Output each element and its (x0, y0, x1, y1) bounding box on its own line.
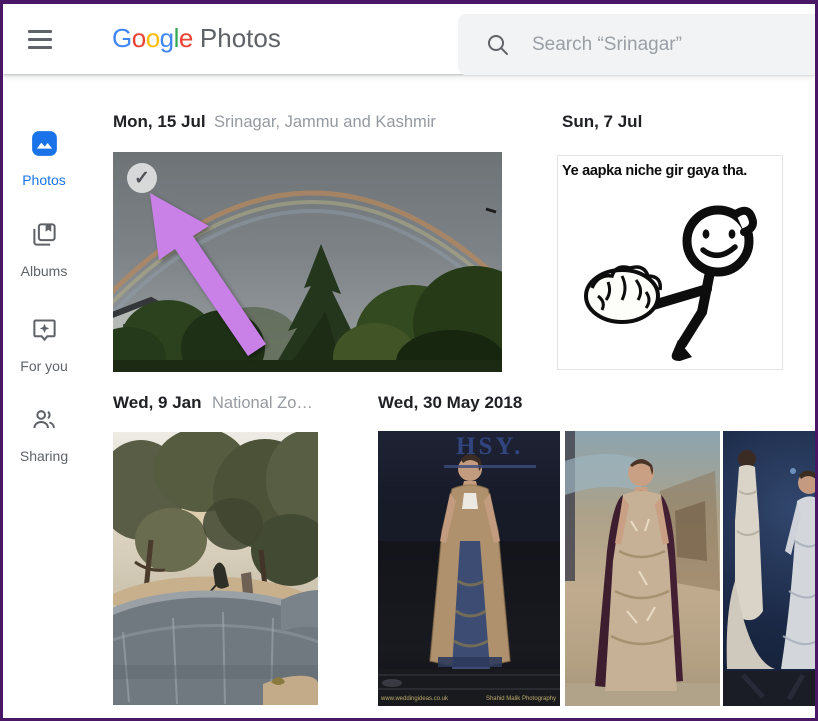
top-app-bar: GooglePhotos Search “Srinagar” (3, 4, 815, 74)
photos-icon (31, 130, 58, 162)
date-header-30-may-2018: Wed, 30 May 2018 (378, 393, 522, 413)
zoo-photo-art (113, 432, 318, 705)
search-placeholder: Search “Srinagar” (532, 34, 682, 56)
fashion3-art (723, 431, 818, 706)
logo-letter: o (132, 23, 146, 53)
google-photos-window: GooglePhotos Search “Srinagar” Photos (0, 0, 818, 721)
meme-caption-text: Ye aapka niche gir gaya tha. (562, 163, 782, 179)
location-header-national-zoo[interactable]: National Zo… (212, 394, 313, 413)
hamburger-menu-icon[interactable] (28, 30, 52, 49)
search-icon (486, 33, 510, 57)
rainbow-photo-art (113, 152, 502, 372)
sidebar-item-albums[interactable]: Albums (3, 221, 85, 279)
sidebar-item-sharing[interactable]: Sharing (3, 406, 85, 464)
photo-fashion-white-gowns[interactable] (723, 431, 818, 706)
location-header-srinagar[interactable]: Srinagar, Jammu and Kashmir (214, 113, 436, 132)
albums-icon (31, 221, 58, 253)
photo-fashion-maroon-gown[interactable] (565, 431, 720, 706)
date-header-9-jan: Wed, 9 Jan (113, 393, 202, 413)
for-you-icon (31, 316, 58, 348)
search-input[interactable]: Search “Srinagar” (458, 14, 815, 75)
sidebar-label-sharing: Sharing (3, 448, 85, 464)
select-photo-checkmark-button[interactable]: ✓ (127, 163, 157, 193)
hsy-brand-text: HSY. (456, 433, 523, 461)
stick-figure-holding-brain-art (558, 184, 782, 369)
sidebar-label-albums: Albums (3, 263, 85, 279)
photo-meme-brain[interactable]: Ye aapka niche gir gaya tha. (557, 155, 783, 370)
photo-fashion-runway-hsy[interactable]: HSY. www.weddingideas.co.uk Shahid Malik… (378, 431, 560, 706)
sidebar-label-for-you: For you (3, 358, 85, 374)
date-header-15-jul: Mon, 15 Jul (113, 112, 206, 132)
logo-product-name: Photos (200, 23, 281, 53)
sidebar-label-photos: Photos (3, 172, 85, 188)
fashion1-art (378, 431, 560, 706)
logo-letter: o (146, 23, 160, 53)
photo-rainbow-srinagar[interactable]: ✓ (113, 152, 502, 372)
sidebar-item-photos[interactable]: Photos (3, 130, 85, 188)
hsy-tagline-bar (444, 465, 536, 468)
date-header-7-jul: Sun, 7 Jul (562, 112, 642, 132)
google-photos-logo[interactable]: GooglePhotos (112, 23, 281, 54)
sidebar-item-for-you[interactable]: For you (3, 316, 85, 374)
sharing-icon (30, 406, 58, 438)
logo-letter: G (112, 23, 132, 53)
fashion2-art (565, 431, 720, 706)
check-icon: ✓ (134, 167, 150, 190)
photo-credit-right: Shahid Malik Photography (486, 696, 556, 702)
logo-letter: g (160, 23, 174, 53)
photo-zoo-enclosure[interactable] (113, 432, 318, 705)
photo-credit-left: www.weddingideas.co.uk (381, 696, 448, 702)
logo-letter: e (179, 23, 193, 53)
